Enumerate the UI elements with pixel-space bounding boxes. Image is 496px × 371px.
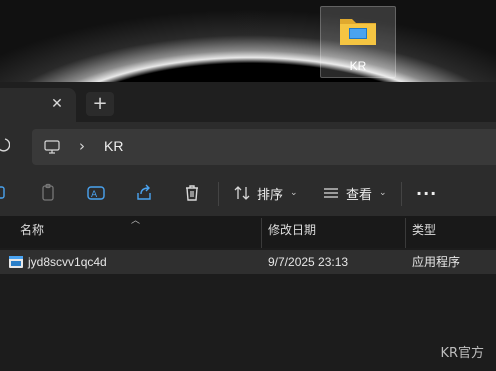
address-bar-row: › KR	[0, 122, 496, 172]
column-header-row: ︿ 名称 修改日期 类型	[0, 216, 496, 248]
refresh-icon[interactable]	[0, 137, 10, 153]
share-icon[interactable]	[134, 183, 154, 203]
application-icon	[9, 256, 23, 268]
file-name: jyd8scvv1qc4d	[28, 255, 107, 269]
sort-label: 排序	[257, 187, 284, 203]
command-bar: A 排序 ⌄ 查看 ⌄ ···	[0, 172, 496, 217]
toolbar-separator	[401, 182, 402, 206]
view-button[interactable]: 查看 ⌄	[322, 182, 387, 204]
view-label: 查看	[346, 187, 373, 203]
view-icon	[324, 188, 338, 198]
this-pc-icon	[44, 140, 60, 154]
file-row[interactable]: jyd8scvv1qc4d 9/7/2025 23:13 应用程序	[0, 250, 496, 274]
tab-bar: ✕ +	[0, 82, 496, 122]
cut-icon[interactable]	[0, 183, 14, 203]
chevron-down-icon: ⌄	[379, 188, 387, 198]
chevron-down-icon: ⌄	[290, 188, 298, 198]
desktop-folder-kr[interactable]: KR	[320, 6, 396, 78]
address-box[interactable]: › KR	[32, 129, 496, 165]
sort-icon	[234, 186, 250, 200]
watermark: KR官方	[440, 346, 484, 361]
breadcrumb-kr[interactable]: KR	[104, 138, 123, 154]
toolbar-separator	[218, 182, 219, 206]
copy-icon[interactable]	[38, 183, 58, 203]
close-tab-icon[interactable]: ✕	[49, 96, 65, 112]
file-type: 应用程序	[412, 255, 461, 269]
file-explorer-window: ✕ + › KR A 排序 ⌄ 查看 ⌄ ··· ︿ 名称 修改日期 类型 jy…	[0, 82, 496, 371]
svg-text:A: A	[91, 190, 98, 200]
breadcrumb-chevron-icon: ›	[79, 137, 85, 155]
rename-icon[interactable]: A	[86, 183, 106, 203]
new-tab-button[interactable]: +	[86, 92, 114, 116]
column-header-modified[interactable]: 修改日期	[268, 216, 316, 248]
more-options-button[interactable]: ···	[416, 182, 437, 204]
sort-ascending-icon: ︿	[131, 216, 141, 226]
column-header-name[interactable]: 名称	[20, 216, 44, 248]
column-divider[interactable]	[261, 218, 262, 248]
desktop-icon-label: KR	[349, 59, 367, 73]
column-divider[interactable]	[405, 218, 406, 248]
column-header-type[interactable]: 类型	[412, 216, 436, 248]
tab-kr[interactable]: ✕	[0, 88, 76, 122]
folder-icon	[340, 19, 376, 45]
file-modified: 9/7/2025 23:13	[268, 255, 349, 269]
sort-button[interactable]: 排序 ⌄	[233, 182, 298, 204]
desktop-background: KR	[0, 0, 496, 82]
delete-icon[interactable]	[182, 183, 202, 203]
more-icon: ···	[416, 183, 438, 203]
